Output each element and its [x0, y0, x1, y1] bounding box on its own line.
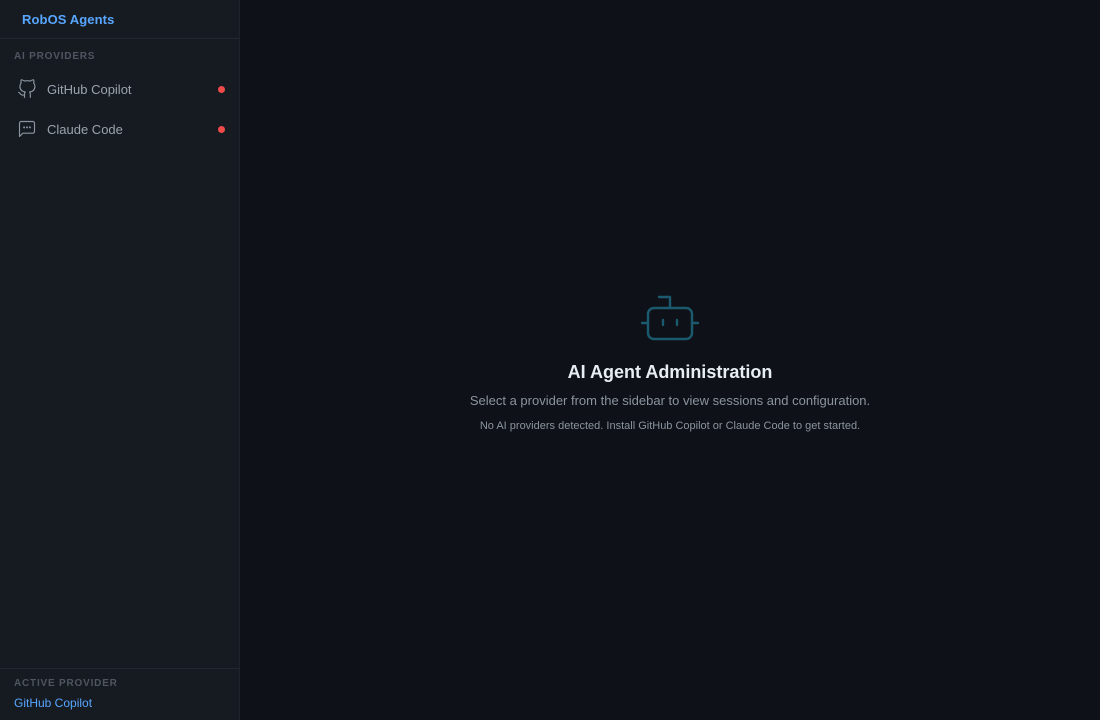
app-title: RobOS Agents — [22, 11, 115, 27]
empty-state: AI Agent Administration Select a provide… — [240, 294, 1100, 433]
provider-list: GitHub Copilot Claude Code — [0, 69, 239, 149]
sidebar-footer: ACTIVE PROVIDER GitHub Copilot — [0, 668, 239, 720]
brand-header: RobOS Agents — [0, 0, 239, 39]
app-window: RobOS Agents AI PROVIDERS GitHub Copilot — [0, 0, 1100, 720]
section-label-ai-providers: AI PROVIDERS — [14, 51, 96, 62]
github-icon — [17, 79, 37, 99]
sidebar: RobOS Agents AI PROVIDERS GitHub Copilot — [0, 0, 240, 720]
no-providers-note: No AI providers detected. Install GitHub… — [479, 420, 861, 432]
status-dot — [218, 85, 225, 93]
active-provider-value: GitHub Copilot — [14, 696, 93, 710]
chat-icon — [17, 119, 37, 139]
robot-icon — [641, 295, 699, 341]
page-title: AI Agent Administration — [567, 362, 773, 382]
sidebar-item-github-copilot[interactable]: GitHub Copilot — [0, 69, 239, 109]
sidebar-item-label: Claude Code — [47, 121, 123, 137]
sidebar-item-claude-code[interactable]: Claude Code — [0, 109, 239, 149]
page-subtitle: Select a provider from the sidebar to vi… — [469, 393, 871, 408]
status-dot — [218, 125, 225, 133]
main-content: AI Agent Administration Select a provide… — [240, 0, 1100, 720]
sidebar-item-label: GitHub Copilot — [47, 81, 132, 97]
active-provider-label: ACTIVE PROVIDER — [14, 678, 118, 689]
